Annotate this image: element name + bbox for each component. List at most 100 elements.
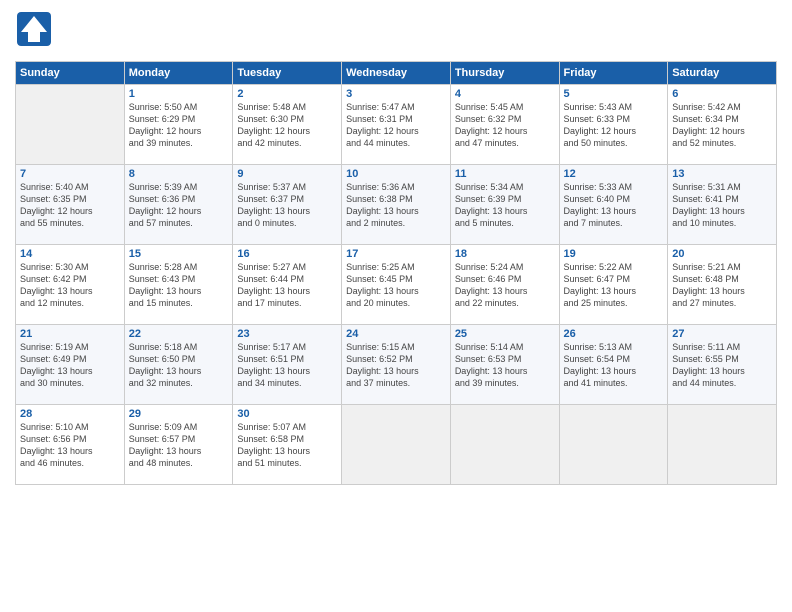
day-info: Sunrise: 5:10 AM Sunset: 6:56 PM Dayligh… bbox=[20, 421, 120, 470]
day-number: 22 bbox=[129, 328, 229, 340]
day-number: 1 bbox=[129, 88, 229, 100]
day-cell: 22Sunrise: 5:18 AM Sunset: 6:50 PM Dayli… bbox=[124, 325, 233, 405]
day-number: 25 bbox=[455, 328, 555, 340]
day-number: 16 bbox=[237, 248, 337, 260]
day-number: 21 bbox=[20, 328, 120, 340]
day-header-friday: Friday bbox=[559, 62, 668, 85]
day-number: 4 bbox=[455, 88, 555, 100]
day-number: 17 bbox=[346, 248, 446, 260]
week-row-2: 7Sunrise: 5:40 AM Sunset: 6:35 PM Daylig… bbox=[16, 165, 777, 245]
header-row: SundayMondayTuesdayWednesdayThursdayFrid… bbox=[16, 62, 777, 85]
day-number: 9 bbox=[237, 168, 337, 180]
day-cell: 19Sunrise: 5:22 AM Sunset: 6:47 PM Dayli… bbox=[559, 245, 668, 325]
day-cell: 11Sunrise: 5:34 AM Sunset: 6:39 PM Dayli… bbox=[450, 165, 559, 245]
day-info: Sunrise: 5:27 AM Sunset: 6:44 PM Dayligh… bbox=[237, 261, 337, 310]
week-row-1: 1Sunrise: 5:50 AM Sunset: 6:29 PM Daylig… bbox=[16, 85, 777, 165]
day-cell bbox=[559, 405, 668, 485]
day-number: 5 bbox=[564, 88, 664, 100]
header bbox=[15, 10, 777, 53]
day-header-saturday: Saturday bbox=[668, 62, 777, 85]
day-cell: 4Sunrise: 5:45 AM Sunset: 6:32 PM Daylig… bbox=[450, 85, 559, 165]
day-info: Sunrise: 5:15 AM Sunset: 6:52 PM Dayligh… bbox=[346, 341, 446, 390]
day-cell: 30Sunrise: 5:07 AM Sunset: 6:58 PM Dayli… bbox=[233, 405, 342, 485]
day-info: Sunrise: 5:21 AM Sunset: 6:48 PM Dayligh… bbox=[672, 261, 772, 310]
day-number: 28 bbox=[20, 408, 120, 420]
day-number: 8 bbox=[129, 168, 229, 180]
day-info: Sunrise: 5:22 AM Sunset: 6:47 PM Dayligh… bbox=[564, 261, 664, 310]
day-cell: 16Sunrise: 5:27 AM Sunset: 6:44 PM Dayli… bbox=[233, 245, 342, 325]
day-number: 7 bbox=[20, 168, 120, 180]
day-cell: 24Sunrise: 5:15 AM Sunset: 6:52 PM Dayli… bbox=[342, 325, 451, 405]
day-info: Sunrise: 5:11 AM Sunset: 6:55 PM Dayligh… bbox=[672, 341, 772, 390]
day-cell: 18Sunrise: 5:24 AM Sunset: 6:46 PM Dayli… bbox=[450, 245, 559, 325]
day-info: Sunrise: 5:13 AM Sunset: 6:54 PM Dayligh… bbox=[564, 341, 664, 390]
day-info: Sunrise: 5:45 AM Sunset: 6:32 PM Dayligh… bbox=[455, 101, 555, 150]
day-info: Sunrise: 5:48 AM Sunset: 6:30 PM Dayligh… bbox=[237, 101, 337, 150]
day-info: Sunrise: 5:34 AM Sunset: 6:39 PM Dayligh… bbox=[455, 181, 555, 230]
day-number: 30 bbox=[237, 408, 337, 420]
day-number: 14 bbox=[20, 248, 120, 260]
day-number: 10 bbox=[346, 168, 446, 180]
day-info: Sunrise: 5:19 AM Sunset: 6:49 PM Dayligh… bbox=[20, 341, 120, 390]
day-cell: 8Sunrise: 5:39 AM Sunset: 6:36 PM Daylig… bbox=[124, 165, 233, 245]
day-cell: 14Sunrise: 5:30 AM Sunset: 6:42 PM Dayli… bbox=[16, 245, 125, 325]
day-header-tuesday: Tuesday bbox=[233, 62, 342, 85]
day-info: Sunrise: 5:14 AM Sunset: 6:53 PM Dayligh… bbox=[455, 341, 555, 390]
day-info: Sunrise: 5:42 AM Sunset: 6:34 PM Dayligh… bbox=[672, 101, 772, 150]
day-number: 12 bbox=[564, 168, 664, 180]
week-row-4: 21Sunrise: 5:19 AM Sunset: 6:49 PM Dayli… bbox=[16, 325, 777, 405]
day-cell bbox=[342, 405, 451, 485]
day-header-wednesday: Wednesday bbox=[342, 62, 451, 85]
day-info: Sunrise: 5:25 AM Sunset: 6:45 PM Dayligh… bbox=[346, 261, 446, 310]
day-info: Sunrise: 5:37 AM Sunset: 6:37 PM Dayligh… bbox=[237, 181, 337, 230]
day-number: 3 bbox=[346, 88, 446, 100]
day-info: Sunrise: 5:36 AM Sunset: 6:38 PM Dayligh… bbox=[346, 181, 446, 230]
day-cell: 9Sunrise: 5:37 AM Sunset: 6:37 PM Daylig… bbox=[233, 165, 342, 245]
day-cell: 10Sunrise: 5:36 AM Sunset: 6:38 PM Dayli… bbox=[342, 165, 451, 245]
logo bbox=[15, 10, 57, 53]
day-cell: 3Sunrise: 5:47 AM Sunset: 6:31 PM Daylig… bbox=[342, 85, 451, 165]
calendar-table: SundayMondayTuesdayWednesdayThursdayFrid… bbox=[15, 61, 777, 485]
day-info: Sunrise: 5:28 AM Sunset: 6:43 PM Dayligh… bbox=[129, 261, 229, 310]
day-number: 27 bbox=[672, 328, 772, 340]
day-cell bbox=[16, 85, 125, 165]
day-cell: 1Sunrise: 5:50 AM Sunset: 6:29 PM Daylig… bbox=[124, 85, 233, 165]
week-row-3: 14Sunrise: 5:30 AM Sunset: 6:42 PM Dayli… bbox=[16, 245, 777, 325]
day-number: 18 bbox=[455, 248, 555, 260]
day-info: Sunrise: 5:33 AM Sunset: 6:40 PM Dayligh… bbox=[564, 181, 664, 230]
day-info: Sunrise: 5:07 AM Sunset: 6:58 PM Dayligh… bbox=[237, 421, 337, 470]
day-info: Sunrise: 5:30 AM Sunset: 6:42 PM Dayligh… bbox=[20, 261, 120, 310]
day-cell: 21Sunrise: 5:19 AM Sunset: 6:49 PM Dayli… bbox=[16, 325, 125, 405]
day-info: Sunrise: 5:09 AM Sunset: 6:57 PM Dayligh… bbox=[129, 421, 229, 470]
day-cell: 27Sunrise: 5:11 AM Sunset: 6:55 PM Dayli… bbox=[668, 325, 777, 405]
day-number: 24 bbox=[346, 328, 446, 340]
day-number: 2 bbox=[237, 88, 337, 100]
day-cell: 28Sunrise: 5:10 AM Sunset: 6:56 PM Dayli… bbox=[16, 405, 125, 485]
day-cell: 12Sunrise: 5:33 AM Sunset: 6:40 PM Dayli… bbox=[559, 165, 668, 245]
day-cell: 5Sunrise: 5:43 AM Sunset: 6:33 PM Daylig… bbox=[559, 85, 668, 165]
day-number: 6 bbox=[672, 88, 772, 100]
day-cell: 13Sunrise: 5:31 AM Sunset: 6:41 PM Dayli… bbox=[668, 165, 777, 245]
day-number: 19 bbox=[564, 248, 664, 260]
day-number: 15 bbox=[129, 248, 229, 260]
day-info: Sunrise: 5:47 AM Sunset: 6:31 PM Dayligh… bbox=[346, 101, 446, 150]
logo-mark bbox=[15, 10, 53, 53]
week-row-5: 28Sunrise: 5:10 AM Sunset: 6:56 PM Dayli… bbox=[16, 405, 777, 485]
day-cell: 7Sunrise: 5:40 AM Sunset: 6:35 PM Daylig… bbox=[16, 165, 125, 245]
day-number: 11 bbox=[455, 168, 555, 180]
day-info: Sunrise: 5:39 AM Sunset: 6:36 PM Dayligh… bbox=[129, 181, 229, 230]
day-number: 29 bbox=[129, 408, 229, 420]
day-number: 20 bbox=[672, 248, 772, 260]
day-cell: 29Sunrise: 5:09 AM Sunset: 6:57 PM Dayli… bbox=[124, 405, 233, 485]
day-info: Sunrise: 5:31 AM Sunset: 6:41 PM Dayligh… bbox=[672, 181, 772, 230]
day-cell: 20Sunrise: 5:21 AM Sunset: 6:48 PM Dayli… bbox=[668, 245, 777, 325]
day-cell: 26Sunrise: 5:13 AM Sunset: 6:54 PM Dayli… bbox=[559, 325, 668, 405]
day-cell: 2Sunrise: 5:48 AM Sunset: 6:30 PM Daylig… bbox=[233, 85, 342, 165]
day-number: 23 bbox=[237, 328, 337, 340]
day-header-thursday: Thursday bbox=[450, 62, 559, 85]
day-cell: 17Sunrise: 5:25 AM Sunset: 6:45 PM Dayli… bbox=[342, 245, 451, 325]
day-cell bbox=[450, 405, 559, 485]
day-cell bbox=[668, 405, 777, 485]
day-cell: 25Sunrise: 5:14 AM Sunset: 6:53 PM Dayli… bbox=[450, 325, 559, 405]
main-container: SundayMondayTuesdayWednesdayThursdayFrid… bbox=[0, 0, 792, 495]
